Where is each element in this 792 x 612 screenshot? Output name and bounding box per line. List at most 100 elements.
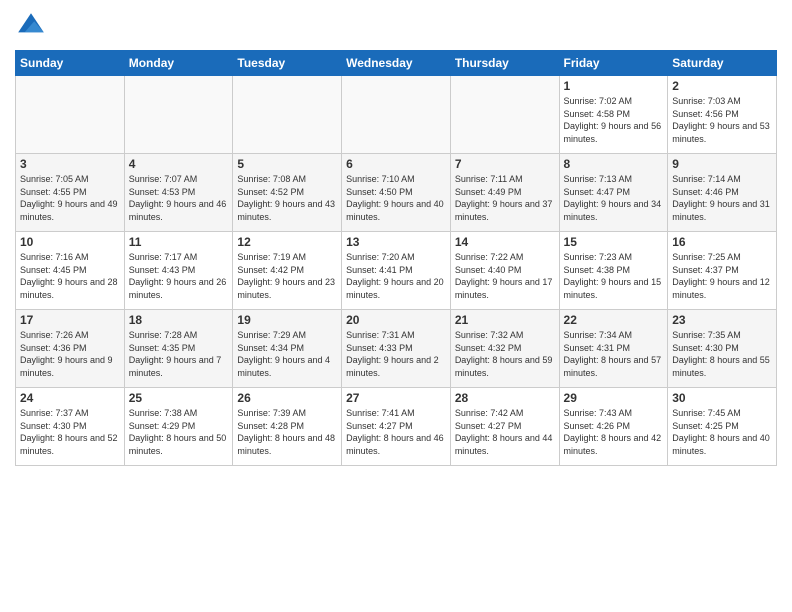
calendar-week-row: 17 Sunrise: 7:26 AM Sunset: 4:36 PM Dayli… (16, 310, 777, 388)
calendar-day-30: 30 Sunrise: 7:45 AM Sunset: 4:25 PM Dayli… (668, 388, 777, 466)
calendar-day-28: 28 Sunrise: 7:42 AM Sunset: 4:27 PM Dayli… (450, 388, 559, 466)
calendar-day-27: 27 Sunrise: 7:41 AM Sunset: 4:27 PM Dayli… (342, 388, 451, 466)
day-info: Sunrise: 7:07 AM Sunset: 4:53 PM Dayligh… (129, 173, 229, 223)
day-info: Sunrise: 7:31 AM Sunset: 4:33 PM Dayligh… (346, 329, 446, 379)
day-number: 15 (564, 235, 664, 249)
calendar-week-row: 10 Sunrise: 7:16 AM Sunset: 4:45 PM Dayli… (16, 232, 777, 310)
day-number: 26 (237, 391, 337, 405)
day-info: Sunrise: 7:25 AM Sunset: 4:37 PM Dayligh… (672, 251, 772, 301)
calendar-day-18: 18 Sunrise: 7:28 AM Sunset: 4:35 PM Dayli… (124, 310, 233, 388)
day-number: 10 (20, 235, 120, 249)
day-number: 1 (564, 79, 664, 93)
page-header (15, 10, 777, 42)
weekday-header-tuesday: Tuesday (233, 51, 342, 76)
calendar-empty-cell (16, 76, 125, 154)
weekday-header-thursday: Thursday (450, 51, 559, 76)
logo (15, 10, 51, 42)
weekday-header-monday: Monday (124, 51, 233, 76)
day-info: Sunrise: 7:17 AM Sunset: 4:43 PM Dayligh… (129, 251, 229, 301)
weekday-header-sunday: Sunday (16, 51, 125, 76)
calendar-day-7: 7 Sunrise: 7:11 AM Sunset: 4:49 PM Daylig… (450, 154, 559, 232)
day-info: Sunrise: 7:37 AM Sunset: 4:30 PM Dayligh… (20, 407, 120, 457)
day-number: 14 (455, 235, 555, 249)
day-number: 24 (20, 391, 120, 405)
day-number: 30 (672, 391, 772, 405)
calendar-day-20: 20 Sunrise: 7:31 AM Sunset: 4:33 PM Dayli… (342, 310, 451, 388)
day-number: 3 (20, 157, 120, 171)
day-info: Sunrise: 7:29 AM Sunset: 4:34 PM Dayligh… (237, 329, 337, 379)
day-info: Sunrise: 7:11 AM Sunset: 4:49 PM Dayligh… (455, 173, 555, 223)
calendar-day-1: 1 Sunrise: 7:02 AM Sunset: 4:58 PM Daylig… (559, 76, 668, 154)
calendar-day-24: 24 Sunrise: 7:37 AM Sunset: 4:30 PM Dayli… (16, 388, 125, 466)
day-info: Sunrise: 7:16 AM Sunset: 4:45 PM Dayligh… (20, 251, 120, 301)
day-number: 27 (346, 391, 446, 405)
day-info: Sunrise: 7:43 AM Sunset: 4:26 PM Dayligh… (564, 407, 664, 457)
calendar-day-6: 6Sunrise: 7:10 AM Sunset: 4:50 PM Daylig… (342, 154, 451, 232)
day-number: 20 (346, 313, 446, 327)
day-info: Sunrise: 7:02 AM Sunset: 4:58 PM Dayligh… (564, 95, 664, 145)
calendar-day-22: 22 Sunrise: 7:34 AM Sunset: 4:31 PM Dayli… (559, 310, 668, 388)
calendar-day-4: 4 Sunrise: 7:07 AM Sunset: 4:53 PM Daylig… (124, 154, 233, 232)
day-number: 9 (672, 157, 772, 171)
day-info: Sunrise: 7:22 AM Sunset: 4:40 PM Dayligh… (455, 251, 555, 301)
day-number: 5 (237, 157, 337, 171)
calendar-day-29: 29 Sunrise: 7:43 AM Sunset: 4:26 PM Dayli… (559, 388, 668, 466)
day-number: 7 (455, 157, 555, 171)
day-info: Sunrise: 7:41 AM Sunset: 4:27 PM Dayligh… (346, 407, 446, 457)
day-info: Sunrise: 7:45 AM Sunset: 4:25 PM Dayligh… (672, 407, 772, 457)
day-number: 11 (129, 235, 229, 249)
day-number: 18 (129, 313, 229, 327)
day-info: Sunrise: 7:05 AM Sunset: 4:55 PM Dayligh… (20, 173, 120, 223)
calendar-day-25: 25Sunrise: 7:38 AM Sunset: 4:29 PM Dayli… (124, 388, 233, 466)
day-info: Sunrise: 7:08 AM Sunset: 4:52 PM Dayligh… (237, 173, 337, 223)
day-info: Sunrise: 7:34 AM Sunset: 4:31 PM Dayligh… (564, 329, 664, 379)
calendar-day-9: 9Sunrise: 7:14 AM Sunset: 4:46 PM Daylig… (668, 154, 777, 232)
day-info: Sunrise: 7:26 AM Sunset: 4:36 PM Dayligh… (20, 329, 120, 379)
day-number: 12 (237, 235, 337, 249)
day-info: Sunrise: 7:03 AM Sunset: 4:56 PM Dayligh… (672, 95, 772, 145)
weekday-header-row: SundayMondayTuesdayWednesdayThursdayFrid… (16, 51, 777, 76)
day-number: 13 (346, 235, 446, 249)
calendar-day-3: 3 Sunrise: 7:05 AM Sunset: 4:55 PM Daylig… (16, 154, 125, 232)
day-number: 22 (564, 313, 664, 327)
calendar-day-15: 15 Sunrise: 7:23 AM Sunset: 4:38 PM Dayli… (559, 232, 668, 310)
calendar-day-14: 14 Sunrise: 7:22 AM Sunset: 4:40 PM Dayli… (450, 232, 559, 310)
calendar-week-row: 1 Sunrise: 7:02 AM Sunset: 4:58 PM Daylig… (16, 76, 777, 154)
day-info: Sunrise: 7:19 AM Sunset: 4:42 PM Dayligh… (237, 251, 337, 301)
calendar-page: SundayMondayTuesdayWednesdayThursdayFrid… (0, 0, 792, 612)
day-number: 25 (129, 391, 229, 405)
calendar-day-19: 19 Sunrise: 7:29 AM Sunset: 4:34 PM Dayli… (233, 310, 342, 388)
day-info: Sunrise: 7:20 AM Sunset: 4:41 PM Dayligh… (346, 251, 446, 301)
calendar-day-21: 21 Sunrise: 7:32 AM Sunset: 4:32 PM Dayli… (450, 310, 559, 388)
weekday-header-friday: Friday (559, 51, 668, 76)
day-number: 29 (564, 391, 664, 405)
day-info: Sunrise: 7:32 AM Sunset: 4:32 PM Dayligh… (455, 329, 555, 379)
day-number: 28 (455, 391, 555, 405)
day-number: 2 (672, 79, 772, 93)
calendar-day-13: 13 Sunrise: 7:20 AM Sunset: 4:41 PM Dayli… (342, 232, 451, 310)
day-number: 19 (237, 313, 337, 327)
day-number: 23 (672, 313, 772, 327)
day-info: Sunrise: 7:28 AM Sunset: 4:35 PM Dayligh… (129, 329, 229, 379)
calendar-day-8: 8Sunrise: 7:13 AM Sunset: 4:47 PM Daylig… (559, 154, 668, 232)
day-number: 16 (672, 235, 772, 249)
calendar-week-row: 3 Sunrise: 7:05 AM Sunset: 4:55 PM Daylig… (16, 154, 777, 232)
calendar-empty-cell (233, 76, 342, 154)
day-number: 17 (20, 313, 120, 327)
calendar-day-5: 5 Sunrise: 7:08 AM Sunset: 4:52 PM Daylig… (233, 154, 342, 232)
day-number: 21 (455, 313, 555, 327)
logo-icon (15, 10, 47, 42)
day-info: Sunrise: 7:23 AM Sunset: 4:38 PM Dayligh… (564, 251, 664, 301)
calendar-empty-cell (124, 76, 233, 154)
calendar-day-2: 2 Sunrise: 7:03 AM Sunset: 4:56 PM Daylig… (668, 76, 777, 154)
day-info: Sunrise: 7:39 AM Sunset: 4:28 PM Dayligh… (237, 407, 337, 457)
day-number: 6 (346, 157, 446, 171)
calendar-empty-cell (450, 76, 559, 154)
calendar-day-17: 17 Sunrise: 7:26 AM Sunset: 4:36 PM Dayli… (16, 310, 125, 388)
calendar-empty-cell (342, 76, 451, 154)
weekday-header-wednesday: Wednesday (342, 51, 451, 76)
day-info: Sunrise: 7:42 AM Sunset: 4:27 PM Dayligh… (455, 407, 555, 457)
calendar-day-16: 16 Sunrise: 7:25 AM Sunset: 4:37 PM Dayli… (668, 232, 777, 310)
day-number: 4 (129, 157, 229, 171)
calendar-day-23: 23Sunrise: 7:35 AM Sunset: 4:30 PM Dayli… (668, 310, 777, 388)
